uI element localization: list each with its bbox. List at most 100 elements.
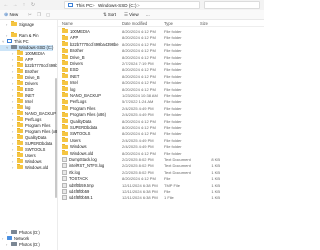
file-name-cell: sd4f8f0b59.1	[62, 195, 93, 201]
folder-icon	[62, 124, 68, 130]
folder-icon	[62, 92, 68, 98]
folder-icon	[62, 28, 68, 34]
file-name: APP	[70, 35, 79, 41]
plus-icon: ⊕	[4, 12, 9, 18]
sort-icon: ⇅	[103, 12, 107, 17]
file-row[interactable]: sd4f8f0b59.1 12/11/2024 6:38 PM 1 File 1 KB	[58, 195, 264, 201]
sort-button[interactable]: ⇅ Sort	[103, 11, 116, 19]
address-bar[interactable]: This PC > Windows-SSD (C:) >	[64, 1, 200, 9]
breadcrumb-drive[interactable]: Windows-SSD (C:)	[98, 3, 137, 8]
view-label: View	[129, 12, 139, 17]
forward-icon[interactable]: →	[12, 2, 18, 8]
sidebar-item[interactable]: › Photos (D:)	[0, 242, 53, 248]
file-name: Users	[70, 137, 81, 143]
file-icon	[62, 156, 67, 162]
file-name: Drive_B	[70, 54, 85, 60]
file-name: 100MEDIA	[70, 29, 90, 34]
folder-icon	[11, 32, 17, 38]
folder-icon	[17, 116, 23, 122]
sidebar-item[interactable]: › Signage	[0, 21, 53, 28]
breadcrumb-chevron[interactable]: >	[137, 3, 140, 8]
pc-icon	[7, 39, 12, 44]
folder-icon	[62, 118, 68, 124]
drive-icon	[11, 230, 17, 235]
sidebar-item-label: log	[25, 105, 31, 110]
file-name: Intel	[70, 80, 78, 86]
folder-icon	[17, 134, 23, 140]
sidebar-item-label: APP	[25, 57, 34, 62]
sidebar-item-label: Ram & Pin	[19, 33, 39, 38]
folder-icon	[62, 137, 68, 143]
refresh-icon[interactable]: ↻	[30, 2, 36, 8]
sidebar-item-label: NANO_BACKUP	[25, 111, 56, 116]
title-bar: ← → ↑ ↻ This PC > Windows-SSD (C:) >	[0, 0, 264, 10]
folder-icon	[62, 111, 68, 117]
folder-icon	[11, 21, 17, 27]
navigation-pane[interactable]: › Signage › Ram & Pin ˅ This PC ˅ Windows-SSD (…	[0, 20, 58, 250]
file-name: Brother	[70, 48, 84, 54]
file-icon	[62, 182, 67, 188]
file-name: sd4f8f0b59.1	[69, 195, 93, 201]
search-input[interactable]	[204, 1, 260, 9]
folder-icon	[62, 60, 68, 66]
sidebar-item-label: b22b7770ccf499ba4398be	[25, 63, 58, 68]
sidebar-scrollbar[interactable]	[55, 78, 57, 198]
folder-icon	[17, 80, 23, 86]
folder-icon	[17, 104, 23, 110]
folder-icon	[62, 79, 68, 85]
copy-icon[interactable]: ❐	[37, 11, 41, 19]
drive-icon	[11, 45, 17, 50]
folder-icon	[17, 158, 23, 164]
file-list: Name Date modified Type Size 100MEDIA 8/2…	[58, 20, 264, 250]
breadcrumb-this-pc[interactable]: This PC	[76, 3, 92, 8]
back-icon[interactable]: ←	[3, 2, 9, 8]
new-label: New	[9, 12, 19, 17]
file-name: DumpStack.log	[69, 157, 97, 162]
file-name: log	[70, 86, 76, 92]
folder-icon	[62, 41, 68, 47]
folder-icon	[17, 62, 23, 68]
folder-icon	[17, 146, 23, 152]
folder-icon	[62, 105, 68, 111]
sidebar-item-label: SUPERDbdata	[25, 141, 53, 146]
folder-icon	[62, 86, 68, 92]
file-size: 1 KB	[211, 195, 220, 201]
paste-icon[interactable]: ▢	[46, 11, 50, 19]
column-name[interactable]: Name	[62, 21, 73, 26]
column-date[interactable]: Date modified	[122, 21, 147, 26]
file-name: TOSTACK	[69, 176, 88, 182]
file-name: SWTOOLS	[70, 131, 91, 137]
folder-icon	[17, 92, 23, 98]
column-size[interactable]: Size	[200, 21, 208, 26]
sidebar-item-label: INET	[25, 93, 35, 98]
file-name: Windows	[70, 144, 87, 150]
file-icon	[62, 169, 67, 175]
command-bar: ⊕ New ✂ ❐ ▢ ⇅ Sort ☰ View ...	[0, 10, 264, 20]
file-name: Program Files (x86)	[70, 112, 106, 118]
sidebar-item[interactable]: › Windows.old	[0, 164, 53, 171]
column-type[interactable]: Type	[164, 21, 173, 26]
folder-icon	[62, 47, 68, 53]
file-name: PerfLogs	[70, 99, 87, 105]
new-button[interactable]: ⊕ New	[4, 11, 18, 19]
sidebar-item-label: Windows-SSD (C:)	[19, 45, 54, 50]
sidebar-item-label: Signage	[19, 22, 35, 27]
file-icon	[62, 176, 67, 182]
more-button[interactable]: ...	[146, 11, 150, 19]
view-button[interactable]: ☰ View	[124, 11, 139, 19]
column-headers: Name Date modified Type Size	[58, 20, 264, 27]
file-name: sd4f8f0b59	[69, 189, 90, 194]
folder-icon	[17, 110, 23, 116]
sidebar-item-label: Intel	[25, 99, 33, 104]
folder-icon	[62, 66, 68, 72]
folder-icon	[62, 73, 68, 79]
network-icon	[7, 236, 12, 241]
file-name: Program Files	[70, 105, 96, 111]
folder-icon	[17, 152, 23, 158]
file-date: 12/11/2024 6:38 PM	[122, 195, 158, 201]
folder-icon	[17, 98, 23, 104]
file-name: ESD	[70, 67, 79, 73]
sidebar-item-label: Brother	[25, 69, 39, 74]
up-icon[interactable]: ↑	[21, 2, 27, 8]
cut-icon[interactable]: ✂	[28, 11, 32, 19]
